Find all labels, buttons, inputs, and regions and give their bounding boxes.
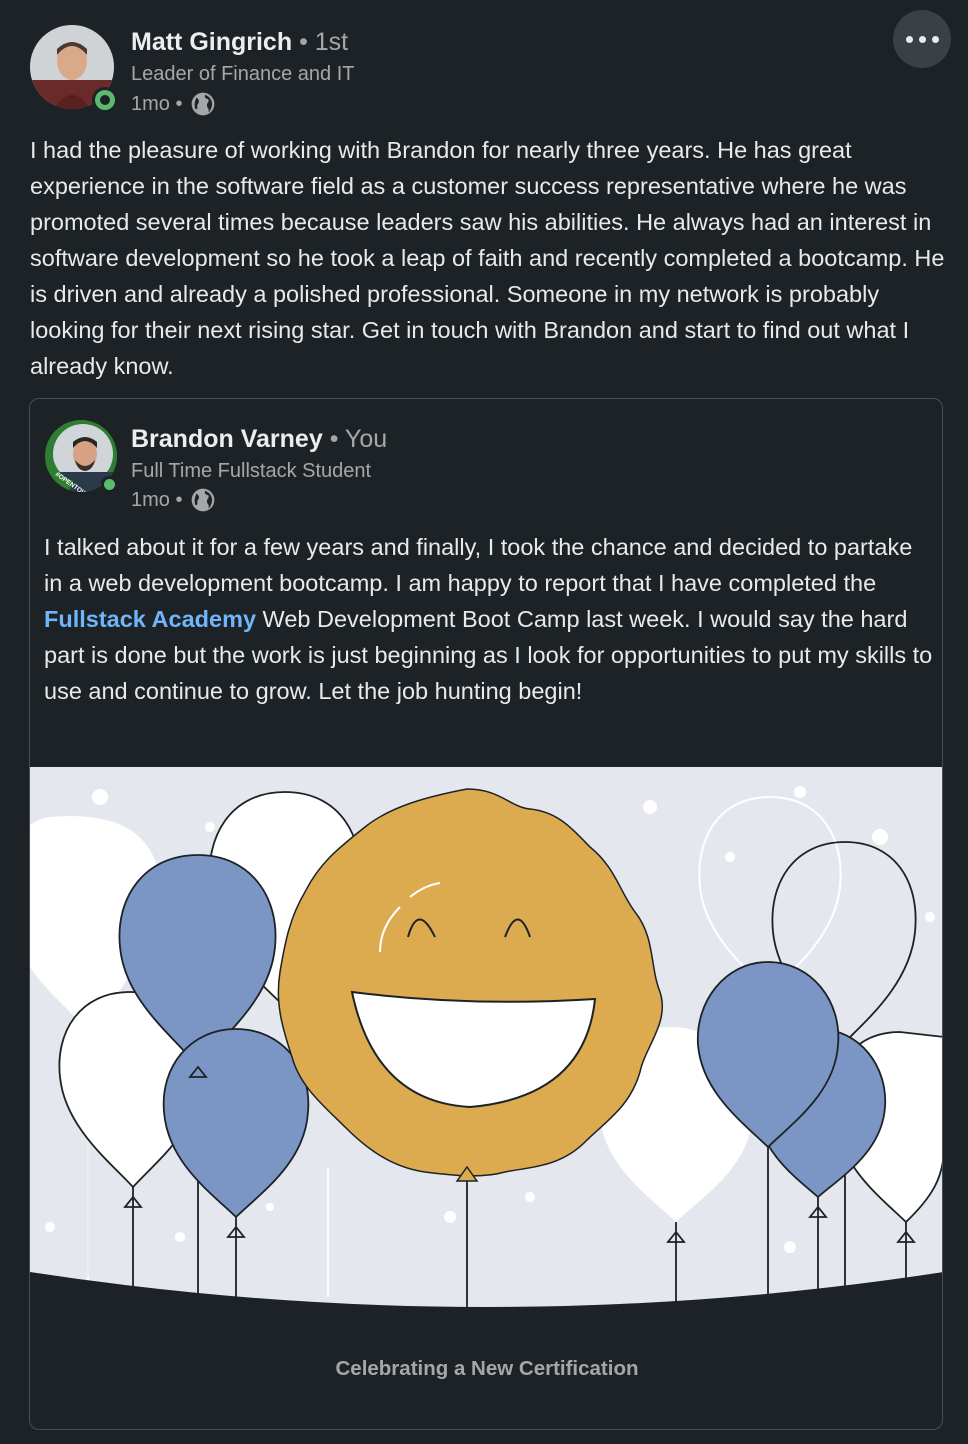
reshared-text-before: I talked about it for a few years and fi… <box>44 534 913 596</box>
certification-caption: Celebrating a New Certification <box>335 1357 639 1380</box>
reshared-author-name[interactable]: Brandon Varney • You <box>131 425 387 454</box>
author-headline: Leader of Finance and IT <box>131 63 355 85</box>
reshared-author-name-text[interactable]: Brandon Varney <box>131 425 323 453</box>
reshared-post-text: I talked about it for a few years and fi… <box>44 529 934 709</box>
post-meta: 1mo • <box>131 91 216 117</box>
more-dot <box>918 35 926 43</box>
more-dot <box>905 35 913 43</box>
globe-icon <box>192 488 215 512</box>
celebration-illustration[interactable] <box>30 767 943 1317</box>
reshared-connection-degree: • You <box>329 425 388 453</box>
reshared-author-headline: Full Time Fullstack Student <box>131 460 372 482</box>
fullstack-academy-link[interactable]: Fullstack Academy <box>44 606 256 632</box>
reshared-post-time: 1mo • <box>131 488 183 511</box>
feed-post: Matt Gingrich • 1st Leader of Finance an… <box>0 0 968 1444</box>
reshared-online-badge <box>101 476 117 492</box>
connection-degree: • 1st <box>299 28 349 56</box>
more-dot <box>931 35 939 43</box>
online-status-badge <box>92 87 118 113</box>
reshared-post-meta: 1mo • <box>131 487 216 513</box>
post-text: I had the pleasure of working with Brand… <box>30 137 945 379</box>
reshared-post[interactable]: #OPENTOWORK Brandon Varney • You Full Ti… <box>29 398 943 1430</box>
author-name[interactable]: Matt Gingrich • 1st <box>131 28 348 57</box>
globe-icon <box>192 92 215 116</box>
post-time: 1mo • <box>131 92 183 115</box>
more-options-button[interactable] <box>893 10 951 68</box>
author-name-text[interactable]: Matt Gingrich <box>131 28 292 56</box>
